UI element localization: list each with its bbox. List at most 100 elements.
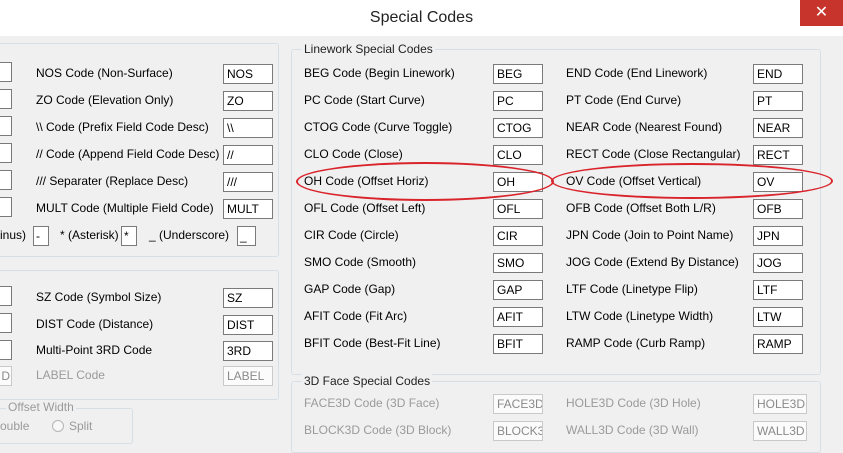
close-button[interactable]: ✕ bbox=[800, 0, 843, 26]
end-code-input[interactable]: END bbox=[753, 64, 803, 84]
pc-code-label: PC Code (Start Curve) bbox=[304, 93, 425, 107]
ctog-code-label: CTOG Code (Curve Toggle) bbox=[304, 120, 453, 134]
prefix-code-label: \\ Code (Prefix Field Code Desc) bbox=[36, 120, 209, 134]
minus-label: inus) bbox=[0, 228, 27, 242]
ltf-code-label: LTF Code (Linetype Flip) bbox=[566, 282, 698, 296]
label-code-input[interactable]: LABEL bbox=[223, 366, 273, 386]
oh-code-input[interactable]: OH bbox=[493, 172, 543, 192]
nos-code-input[interactable]: NOS bbox=[223, 64, 273, 84]
beg-code-label: BEG Code (Begin Linework) bbox=[304, 66, 455, 80]
beg-code-input[interactable]: BEG bbox=[493, 64, 543, 84]
append-code-input[interactable]: // bbox=[223, 145, 273, 165]
wall3d-code-label: WALL3D Code (3D Wall) bbox=[566, 423, 699, 437]
pt-code-input[interactable]: PT bbox=[753, 91, 803, 111]
mult-code-input[interactable]: MULT bbox=[223, 199, 273, 219]
append-code-label: // Code (Append Field Code Desc) bbox=[36, 147, 220, 161]
smo-code-input[interactable]: SMO bbox=[493, 253, 543, 273]
ov-code-label: OV Code (Offset Vertical) bbox=[566, 174, 702, 188]
gap-code-label: GAP Code (Gap) bbox=[304, 282, 396, 296]
cut-input-d[interactable]: D bbox=[0, 366, 12, 386]
jog-code-label: JOG Code (Extend By Distance) bbox=[566, 255, 739, 269]
underscore-input[interactable]: _ bbox=[237, 226, 256, 246]
bfit-code-label: BFIT Code (Best-Fit Line) bbox=[304, 336, 441, 350]
block3d-code-input[interactable]: BLOCK3D bbox=[493, 421, 543, 441]
bfit-code-input[interactable]: BFIT bbox=[493, 334, 543, 354]
double-option-label: ouble bbox=[0, 419, 30, 433]
oh-code-label: OH Code (Offset Horiz) bbox=[304, 174, 429, 188]
ofl-code-input[interactable]: OFL bbox=[493, 199, 543, 219]
block3d-code-label: BLOCK3D Code (3D Block) bbox=[304, 423, 452, 437]
linework-group-label: Linework Special Codes bbox=[302, 42, 435, 56]
prefix-code-input[interactable]: \\ bbox=[223, 118, 273, 138]
zo-code-label: ZO Code (Elevation Only) bbox=[36, 93, 174, 107]
jpn-code-input[interactable]: JPN bbox=[753, 226, 803, 246]
mult-code-label: MULT Code (Multiple Field Code) bbox=[36, 201, 214, 215]
ltw-code-input[interactable]: LTW bbox=[753, 307, 803, 327]
cut-input[interactable] bbox=[0, 340, 12, 360]
dist-code-label: DIST Code (Distance) bbox=[36, 317, 154, 331]
cir-code-label: CIR Code (Circle) bbox=[304, 228, 399, 242]
dist-code-input[interactable]: DIST bbox=[223, 315, 273, 335]
rect-code-input[interactable]: RECT bbox=[753, 145, 803, 165]
3rd-code-input[interactable]: 3RD bbox=[223, 341, 273, 361]
cut-input[interactable] bbox=[0, 170, 12, 190]
gap-code-input[interactable]: GAP bbox=[493, 280, 543, 300]
asterisk-label: * (Asterisk) bbox=[60, 228, 119, 242]
afit-code-label: AFIT Code (Fit Arc) bbox=[304, 309, 408, 323]
minus-input[interactable]: - bbox=[33, 226, 49, 246]
face3d-code-input[interactable]: FACE3D bbox=[493, 394, 543, 414]
ctog-code-input[interactable]: CTOG bbox=[493, 118, 543, 138]
end-code-label: END Code (End Linework) bbox=[566, 66, 708, 80]
underscore-label: _ (Underscore) bbox=[149, 228, 230, 242]
window-title: Special Codes bbox=[369, 9, 474, 26]
ramp-code-label: RAMP Code (Curb Ramp) bbox=[566, 336, 706, 350]
cut-input[interactable] bbox=[0, 197, 12, 217]
close-icon: ✕ bbox=[814, 4, 829, 21]
separater-label: /// Separater (Replace Desc) bbox=[36, 174, 189, 188]
cut-input[interactable] bbox=[0, 116, 12, 136]
afit-code-input[interactable]: AFIT bbox=[493, 307, 543, 327]
face3d-group-label: 3D Face Special Codes bbox=[302, 374, 433, 388]
sz-code-input[interactable]: SZ bbox=[223, 288, 273, 308]
split-option-label: Split bbox=[69, 419, 93, 433]
smo-code-label: SMO Code (Smooth) bbox=[304, 255, 417, 269]
face3d-group bbox=[291, 381, 821, 453]
asterisk-input[interactable]: * bbox=[121, 226, 137, 246]
ofb-code-input[interactable]: OFB bbox=[753, 199, 803, 219]
title-bar: Special Codes ✕ bbox=[0, 0, 843, 37]
face3d-code-label: FACE3D Code (3D Face) bbox=[304, 396, 440, 410]
cut-input[interactable] bbox=[0, 286, 12, 306]
near-code-label: NEAR Code (Nearest Found) bbox=[566, 120, 723, 134]
ofl-code-label: OFL Code (Offset Left) bbox=[304, 201, 426, 215]
near-code-input[interactable]: NEAR bbox=[753, 118, 803, 138]
cut-input[interactable] bbox=[0, 62, 12, 82]
3rd-code-label: Multi-Point 3RD Code bbox=[36, 343, 153, 357]
pc-code-input[interactable]: PC bbox=[493, 91, 543, 111]
jog-code-input[interactable]: JOG bbox=[753, 253, 803, 273]
hole3d-code-label: HOLE3D Code (3D Hole) bbox=[566, 396, 701, 410]
separater-input[interactable]: /// bbox=[223, 172, 273, 192]
hole3d-code-input[interactable]: HOLE3D bbox=[753, 394, 807, 414]
dialog-client: NOS Code (Non-Surface) NOS ZO Code (Elev… bbox=[0, 36, 843, 453]
pt-code-label: PT Code (End Curve) bbox=[566, 93, 682, 107]
wall3d-code-input[interactable]: WALL3D bbox=[753, 421, 807, 441]
split-radio[interactable] bbox=[52, 420, 64, 432]
ramp-code-input[interactable]: RAMP bbox=[753, 334, 803, 354]
ltf-code-input[interactable]: LTF bbox=[753, 280, 803, 300]
cut-input[interactable] bbox=[0, 143, 12, 163]
ltw-code-label: LTW Code (Linetype Width) bbox=[566, 309, 714, 323]
rect-code-label: RECT Code (Close Rectangular) bbox=[566, 147, 741, 161]
cut-input[interactable] bbox=[0, 313, 12, 333]
ofb-code-label: OFB Code (Offset Both L/R) bbox=[566, 201, 716, 215]
sz-code-label: SZ Code (Symbol Size) bbox=[36, 290, 162, 304]
zo-code-input[interactable]: ZO bbox=[223, 91, 273, 111]
jpn-code-label: JPN Code (Join to Point Name) bbox=[566, 228, 734, 242]
cir-code-input[interactable]: CIR bbox=[493, 226, 543, 246]
offset-width-group-label: Offset Width bbox=[6, 400, 76, 414]
clo-code-label: CLO Code (Close) bbox=[304, 147, 403, 161]
ov-code-input[interactable]: OV bbox=[753, 172, 803, 192]
nos-code-label: NOS Code (Non-Surface) bbox=[36, 66, 173, 80]
clo-code-input[interactable]: CLO bbox=[493, 145, 543, 165]
label-code-label: LABEL Code bbox=[36, 368, 105, 382]
cut-input[interactable] bbox=[0, 89, 12, 109]
